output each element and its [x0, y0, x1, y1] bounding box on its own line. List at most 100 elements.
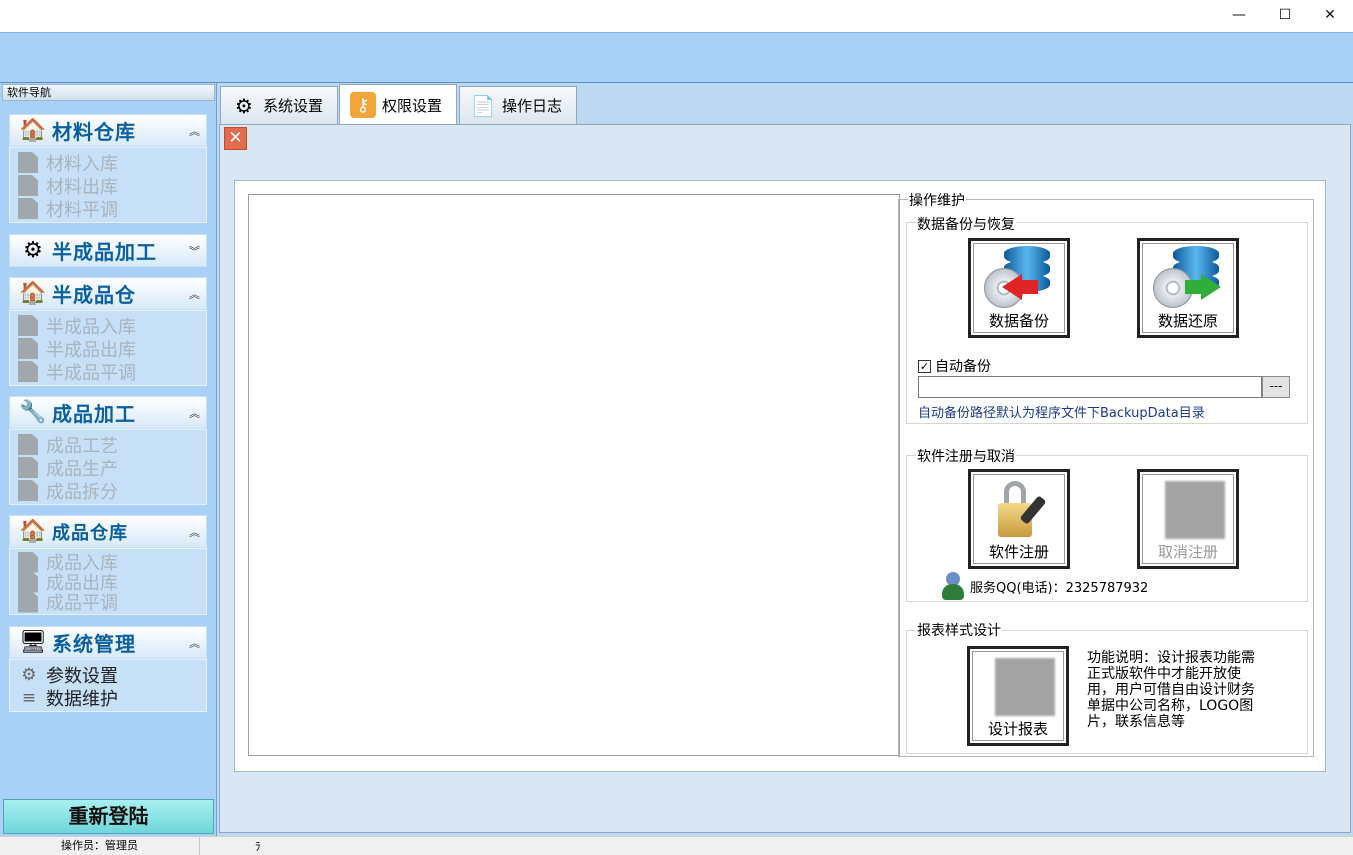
checkbox-checked-icon: ✓	[918, 359, 931, 373]
nav-item-material-in[interactable]: 材料入库	[18, 151, 206, 175]
button-label: 数据还原	[1157, 312, 1218, 330]
document-icon: 📄	[470, 93, 496, 118]
nav-group-label: 半成品加工	[52, 240, 157, 264]
gears-icon: ⚙	[23, 238, 43, 263]
document-icon	[18, 551, 38, 573]
nav-group-body: 材料入库 材料出库 材料平调	[9, 147, 207, 223]
collapse-chevron-icon[interactable]: ︽	[189, 405, 200, 421]
nav-group-header-system-management[interactable]: 🖥 系统管理 ︽	[9, 626, 207, 659]
nav-item-product-transfer[interactable]: 成品平调	[18, 591, 206, 614]
auto-backup-checkbox[interactable]: ✓ 自动备份	[918, 356, 991, 376]
nav-group-semi-processing: ⚙ 半成品加工 ︾	[9, 234, 207, 267]
expand-chevron-icon[interactable]: ︾	[189, 243, 200, 259]
nav-group-header-semi-processing[interactable]: ⚙ 半成品加工 ︾	[9, 234, 207, 267]
nav-item-data-maintenance[interactable]: ≡ 数据维护	[18, 686, 206, 710]
document-icon	[18, 457, 38, 478]
document-icon	[18, 571, 38, 593]
nav-group-label: 成品加工	[52, 402, 136, 426]
house-icon: 🏠	[19, 519, 47, 544]
nav-group-label: 成品仓库	[52, 522, 128, 544]
nav-group-product-warehouse: 🏠 成品仓库 ︽ 成品入库 成品出库 成品平调	[9, 515, 207, 615]
software-register-button[interactable]: 软件注册	[968, 469, 1070, 569]
nav-item-label: 材料平调	[46, 199, 118, 221]
nav-group-header-product-warehouse[interactable]: 🏠 成品仓库 ︽	[9, 515, 207, 548]
tab-label: 操作日志	[502, 97, 563, 115]
nav-group-material-warehouse: 🏠 材料仓库 ︽ 材料入库 材料出库 材料平调	[9, 114, 207, 223]
tab-system-settings[interactable]: ⚙ 系统设置	[220, 86, 338, 124]
nav-group-semi-warehouse: 🏠 半成品仓 ︽ 半成品入库 半成品出库 半成品平调	[9, 277, 207, 386]
nav-group-header-semi-warehouse[interactable]: 🏠 半成品仓 ︽	[9, 277, 207, 310]
report-section-title: 报表样式设计	[916, 620, 1002, 640]
document-icon	[18, 361, 38, 382]
nav-item-semi-in[interactable]: 半成品入库	[18, 314, 206, 338]
house-icon: 🏠	[19, 281, 47, 306]
collapse-chevron-icon[interactable]: ︽	[189, 286, 200, 302]
nav-item-label: 半成品平调	[46, 362, 136, 384]
maximize-button[interactable]: ☐	[1262, 0, 1308, 30]
nav-group-label: 系统管理	[52, 632, 136, 656]
nav-item-material-out[interactable]: 材料出库	[18, 174, 206, 198]
nav-group-body: 成品工艺 成品生产 成品拆分	[9, 429, 207, 505]
status-extra: ﾗ	[255, 840, 261, 853]
nav-item-semi-transfer[interactable]: 半成品平调	[18, 360, 206, 384]
tab-panel: ✕ 操作维护 数据备份与恢复 数据备份 数据还原 ✓ 自动备份 --- 自动备份…	[219, 124, 1351, 833]
document-icon	[18, 480, 38, 501]
browse-path-button[interactable]: ---	[1262, 376, 1290, 398]
report-design-icon	[983, 654, 1055, 716]
operations-panel: 操作维护 数据备份与恢复 数据备份 数据还原 ✓ 自动备份 --- 自动备份路径…	[898, 190, 1314, 757]
nav-title: 软件导航	[2, 84, 215, 101]
nav-item-product-craft[interactable]: 成品工艺	[18, 433, 206, 457]
nav-item-label: 数据维护	[46, 688, 118, 710]
nav-group-header-product-processing[interactable]: 🔧 成品加工 ︽	[9, 396, 207, 429]
data-restore-button[interactable]: 数据还原	[1137, 238, 1239, 338]
computer-icon: 🖥	[19, 630, 47, 655]
collapse-chevron-icon[interactable]: ︽	[189, 524, 200, 540]
collapse-chevron-icon[interactable]: ︽	[189, 123, 200, 139]
nav-group-label: 半成品仓	[52, 283, 136, 307]
status-bar: 操作员：管理员 ﾗ	[0, 836, 1353, 855]
backup-path-input[interactable]	[918, 376, 1262, 398]
design-report-button[interactable]: 设计报表	[967, 646, 1069, 746]
nav-item-material-transfer[interactable]: 材料平调	[18, 197, 206, 221]
data-backup-button[interactable]: 数据备份	[968, 238, 1070, 338]
collapse-chevron-icon[interactable]: ︽	[189, 635, 200, 651]
nav-item-semi-out[interactable]: 半成品出库	[18, 337, 206, 361]
nav-group-body: 半成品入库 半成品出库 半成品平调	[9, 310, 207, 386]
button-label: 设计报表	[987, 720, 1048, 738]
tab-label: 系统设置	[263, 97, 324, 115]
nav-item-product-production[interactable]: 成品生产	[18, 456, 206, 480]
service-text: 服务QQ(电话)：2325787932	[970, 580, 1149, 596]
document-icon	[18, 175, 38, 196]
relogin-button[interactable]: 重新登陆	[3, 799, 214, 834]
nav-item-label: 成品拆分	[46, 481, 118, 503]
toolbar-band	[0, 32, 1353, 83]
document-icon	[18, 591, 38, 613]
nav-group-body: 成品入库 成品出库 成品平调	[9, 548, 207, 615]
tab-permission-settings[interactable]: ⚷ 权限设置	[339, 84, 457, 125]
database-icon: ≡	[21, 687, 37, 708]
nav-group-header-material-warehouse[interactable]: 🏠 材料仓库 ︽	[9, 114, 207, 147]
main-area: ⚙ 系统设置 ⚷ 权限设置 📄 操作日志 ✕ 操作维护 数据备份与恢复 数据备份…	[217, 83, 1353, 836]
database-backup-icon	[984, 246, 1054, 308]
close-tab-icon[interactable]: ✕	[224, 127, 247, 150]
nav-group-system-management: 🖥 系统管理 ︽ ⚙ 参数设置 ≡ 数据维护	[9, 626, 207, 712]
padlock-key-icon	[984, 477, 1054, 539]
nav-item-product-split[interactable]: 成品拆分	[18, 479, 206, 503]
button-label: 数据备份	[988, 312, 1049, 330]
ops-title: 操作维护	[908, 190, 966, 210]
backup-section-title: 数据备份与恢复	[916, 214, 1016, 234]
backup-path-hint: 自动备份路径默认为程序文件下BackupData目录	[918, 406, 1205, 421]
document-icon	[18, 434, 38, 455]
padlock-disabled-icon	[1153, 477, 1225, 539]
document-icon	[18, 198, 38, 219]
cancel-register-button[interactable]: 取消注册	[1137, 469, 1239, 569]
tools-icon: 🔧	[19, 400, 47, 425]
button-label: 取消注册	[1157, 543, 1218, 561]
minimize-button[interactable]: —	[1216, 0, 1262, 30]
tab-operation-log[interactable]: 📄 操作日志	[459, 86, 577, 124]
nav-item-parameter-settings[interactable]: ⚙ 参数设置	[18, 663, 206, 687]
report-description: 功能说明：设计报表功能需正式版软件中才能开放使用，用户可借自由设计财务单据中公司…	[1087, 650, 1255, 730]
close-window-button[interactable]: ✕	[1307, 0, 1353, 30]
database-restore-icon	[1153, 246, 1223, 308]
software-navigation: 软件导航 🏠 材料仓库 ︽ 材料入库 材料出库 材料平调 ⚙ 半成品加工 ︾ 🏠…	[0, 83, 217, 836]
